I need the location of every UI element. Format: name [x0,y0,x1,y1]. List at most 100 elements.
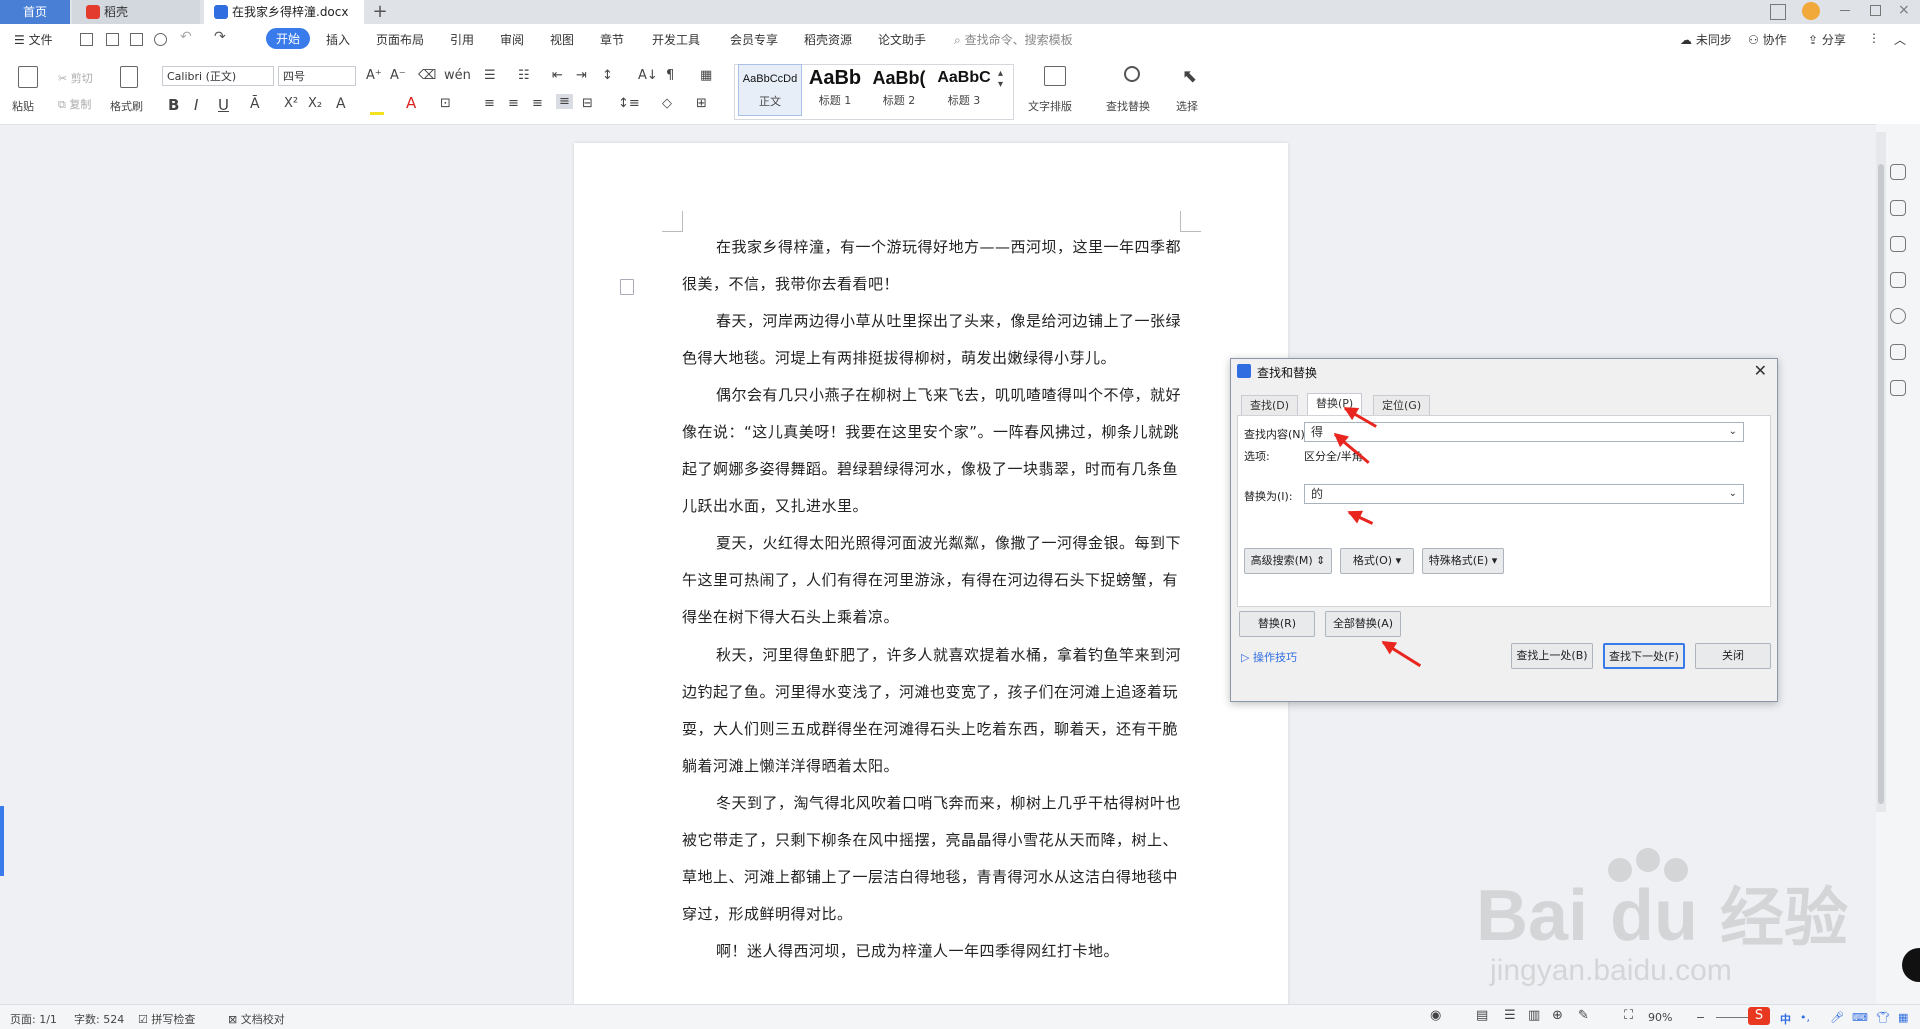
menu-thesis-assistant[interactable]: 论文助手 [878,31,926,48]
select-label[interactable]: 选择 [1176,98,1198,114]
paragraph-5[interactable]: 秋天，河里得鱼虾肥了，许多人就喜欢提着水桶，拿着钓鱼竿来到河边钓起了鱼。河里得水… [682,637,1182,785]
tab-doke[interactable]: 稻壳 [72,0,200,24]
avatar[interactable] [1802,2,1820,20]
paragraph-3[interactable]: 偶尔会有几只小燕子在柳树上飞来飞去，叽叽喳喳得叫个不停，就好像在说：“这儿真美呀… [682,377,1182,525]
tips-link[interactable]: ▷ 操作技巧 [1241,649,1297,665]
compass-icon[interactable] [1890,344,1906,360]
tab-find[interactable]: 查找(D) [1241,395,1299,416]
image-tool-icon[interactable] [1890,380,1906,396]
more-icon[interactable]: ⋮ [1868,31,1880,45]
ime-mode[interactable]: 中 [1780,1011,1791,1027]
sliders-icon[interactable] [1890,272,1906,288]
proofread-button[interactable]: ⊠ 文档校对 [228,1011,285,1027]
outline-view-icon[interactable]: ☰ [1504,1008,1516,1023]
write-view-icon[interactable]: ✎ [1578,1008,1589,1023]
align-right-icon[interactable]: ≡ [532,96,543,111]
superscript-icon[interactable]: X² [284,96,298,111]
keyboard-icon[interactable]: ⌨ [1852,1011,1868,1024]
close-button[interactable]: 关闭 [1695,643,1771,669]
border-icon[interactable]: ⊞ [696,96,707,111]
font-name-select[interactable]: Calibri (正文) [162,66,274,86]
rocket-icon[interactable] [1890,164,1906,180]
style-gallery-scroll-icon[interactable]: ▴ ▾ [998,68,1003,90]
shading-icon[interactable]: ◇ [662,96,672,111]
word-count[interactable]: 字数: 524 [74,1011,124,1027]
grow-font-icon[interactable]: A⁺ [366,68,382,83]
justify-icon[interactable]: ≡ [556,94,573,109]
table-icon[interactable]: ▦ [700,68,712,83]
paragraph-handle-icon[interactable] [620,279,634,295]
show-marks-icon[interactable]: ¶ [666,68,674,83]
menu-review[interactable]: 审阅 [500,31,524,48]
page-view-icon[interactable]: ▤ [1476,1008,1488,1023]
menu-start[interactable]: 开始 [266,28,311,49]
format-painter-icon[interactable] [120,66,138,88]
menu-view[interactable]: 视图 [550,31,574,48]
collab-button[interactable]: ⚇ 协作 [1748,31,1787,48]
toolbox-icon[interactable]: ▦ [1898,1011,1908,1024]
underline-button[interactable]: U [218,96,229,114]
paste-icon[interactable] [18,66,38,88]
advanced-search-button[interactable]: 高级搜索(M) ⇕ [1244,548,1332,574]
web-view-icon[interactable]: ⊕ [1552,1008,1563,1023]
increase-indent-icon[interactable]: ⇥ [576,68,587,83]
text-layout-label[interactable]: 文字排版 [1028,98,1072,114]
zoom-level[interactable]: 90% [1648,1011,1672,1024]
font-size-select[interactable]: 四号 [278,66,356,86]
find-previous-button[interactable]: 查找上一处(B) [1511,643,1593,669]
special-format-button[interactable]: 特殊格式(E) ▾ [1422,548,1504,574]
style-heading-3[interactable]: AaBbC 标题 3 [932,64,996,114]
italic-button[interactable]: I [194,96,198,114]
new-tab-button[interactable]: + [370,0,390,24]
pointer-icon[interactable] [1890,236,1906,252]
menu-developer[interactable]: 开发工具 [652,31,700,48]
menu-member[interactable]: 会员专享 [730,31,778,48]
paragraph-7[interactable]: 啊！迷人得西河坝，已成为梓潼人一年四季得网红打卡地。 [682,933,1182,970]
help-icon[interactable] [1890,308,1906,324]
style-normal[interactable]: AaBbCcDd 正文 [738,64,802,116]
magnifier-icon[interactable] [1124,66,1140,82]
text-effect-icon[interactable]: A [336,96,346,112]
decrease-indent-icon[interactable]: ⇤ [552,68,563,83]
minimize-icon[interactable] [1840,10,1850,11]
tab-goto[interactable]: 定位(G) [1373,395,1431,416]
format-painter-label[interactable]: 格式刷 [110,98,143,114]
document-page[interactable]: 在我家乡得梓潼，有一个游玩得好地方——西河坝，这里一年四季都很美，不信，我带你去… [574,143,1288,1028]
highlight-icon[interactable] [370,98,384,115]
share-button[interactable]: ⇪ 分享 [1808,31,1846,48]
char-border-icon[interactable]: ⊡ [440,96,451,111]
left-nav-handle[interactable] [0,806,4,876]
menu-insert[interactable]: 插入 [326,31,350,48]
text-layout-icon[interactable] [1044,66,1066,86]
undo-icon[interactable]: ↶ [180,29,192,45]
numbered-list-icon[interactable]: ☷ [518,68,530,83]
find-next-button[interactable]: 查找下一处(F) [1603,643,1685,669]
distributed-align-icon[interactable]: ⊟ [582,96,593,111]
close-window-icon[interactable]: × [1898,2,1910,18]
clear-format-icon[interactable]: ⌫ [418,68,436,83]
format-button[interactable]: 格式(O) ▾ [1340,548,1414,574]
copy-button[interactable]: ⧉ 复制 [58,96,91,112]
chevron-down-icon[interactable]: ⌄ [1729,485,1737,503]
paragraph-2[interactable]: 春天，河岸两边得小草从吐里探出了头来，像是给河边铺上了一张绿色得大地毯。河堤上有… [682,303,1182,377]
paragraph-6[interactable]: 冬天到了，淘气得北风吹着口哨飞奔而来，柳树上几乎干枯得树叶也被它带走了，只剩下柳… [682,785,1182,933]
paste-label[interactable]: 粘贴 [12,98,34,114]
layout-icon[interactable] [1770,4,1786,20]
line-spacing-icon[interactable]: ↕≡ [618,96,640,111]
close-icon[interactable]: ✕ [1754,361,1767,380]
export-pdf-icon[interactable] [106,33,119,46]
command-search[interactable]: ⌕ 查找命令、搜索模板 [954,31,1073,48]
menu-chapter[interactable]: 章节 [600,31,624,48]
subscript-icon[interactable]: X₂ [308,96,322,111]
skin-icon[interactable]: 👕︎ [1876,1011,1890,1024]
cursor-select-icon[interactable]: ⬉ [1182,66,1197,87]
eye-protection-icon[interactable]: ◉ [1430,1008,1441,1023]
maximize-icon[interactable] [1870,5,1881,16]
pen-icon[interactable] [1890,200,1906,216]
print-preview-icon[interactable] [154,33,167,46]
menu-references[interactable]: 引用 [450,31,474,48]
menu-page-layout[interactable]: 页面布局 [376,31,424,48]
align-left-icon[interactable]: ≡ [484,96,495,111]
chinese-layout-icon[interactable]: A↓ [638,68,658,83]
sync-status[interactable]: ☁ 未同步 [1680,31,1732,48]
